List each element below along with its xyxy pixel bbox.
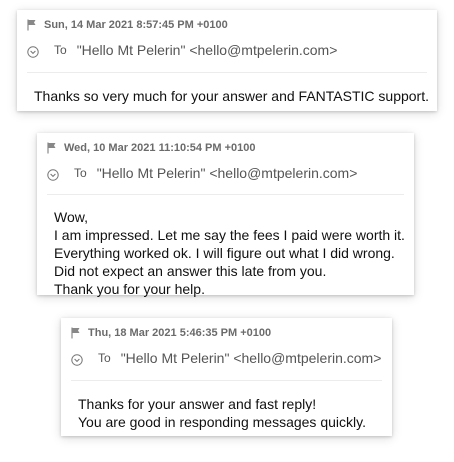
message-body-line: Thank you for your help.: [54, 281, 205, 297]
message-date: Sun, 14 Mar 2021 8:57:45 PM +0100: [44, 19, 228, 31]
recipient-row: To "Hello Mt Pelerin" <hello@mtpelerin.c…: [27, 42, 337, 58]
chevron-down-circle-icon[interactable]: [71, 354, 83, 366]
message-body-line: I am impressed. Let me say the fees I pa…: [54, 227, 405, 243]
divider: [47, 194, 404, 195]
message-body: Thanks so very much for your answer and …: [34, 87, 429, 105]
message-date: Wed, 10 Mar 2021 11:10:54 PM +0100: [64, 142, 256, 154]
message-body-line: Thanks for your answer and fast reply!: [78, 396, 317, 412]
recipient-address: "Hello Mt Pelerin" <hello@mtpelerin.com>: [96, 165, 358, 181]
to-label: To: [98, 351, 111, 365]
chevron-down-circle-icon[interactable]: [47, 169, 59, 181]
to-label: To: [74, 166, 87, 180]
recipient-row: To "Hello Mt Pelerin" <hello@mtpelerin.c…: [71, 350, 381, 366]
message-header: Sun, 14 Mar 2021 8:57:45 PM +0100: [27, 18, 228, 32]
message-body-line: Everything worked ok. I will figure out …: [54, 245, 395, 261]
flag-icon[interactable]: [47, 142, 57, 154]
message-card: Thu, 18 Mar 2021 5:46:35 PM +0100 To "He…: [61, 318, 392, 436]
message-body-line: You are good in responding messages quic…: [78, 414, 366, 430]
message-body-line: Wow,: [54, 209, 88, 225]
recipient-row: To "Hello Mt Pelerin" <hello@mtpelerin.c…: [47, 165, 357, 181]
chevron-down-circle-icon[interactable]: [27, 46, 39, 58]
flag-icon[interactable]: [27, 19, 37, 31]
message-body: Wow, I am impressed. Let me say the fees…: [54, 208, 405, 298]
message-header: Wed, 10 Mar 2021 11:10:54 PM +0100: [47, 141, 256, 155]
recipient-address: "Hello Mt Pelerin" <hello@mtpelerin.com>: [76, 42, 338, 58]
message-header: Thu, 18 Mar 2021 5:46:35 PM +0100: [71, 326, 271, 340]
message-card: Sun, 14 Mar 2021 8:57:45 PM +0100 To "He…: [17, 10, 437, 111]
flag-icon[interactable]: [71, 327, 81, 339]
to-label: To: [54, 43, 67, 57]
message-date: Thu, 18 Mar 2021 5:46:35 PM +0100: [88, 327, 272, 339]
message-body-line: Did not expect an answer this late from …: [54, 263, 327, 279]
message-body-line: Thanks so very much for your answer and …: [34, 88, 430, 104]
divider: [71, 380, 382, 381]
divider: [27, 72, 427, 73]
recipient-address: "Hello Mt Pelerin" <hello@mtpelerin.com>: [120, 350, 382, 366]
message-card: Wed, 10 Mar 2021 11:10:54 PM +0100 To "H…: [37, 133, 414, 298]
message-body: Thanks for your answer and fast reply! Y…: [78, 395, 366, 431]
